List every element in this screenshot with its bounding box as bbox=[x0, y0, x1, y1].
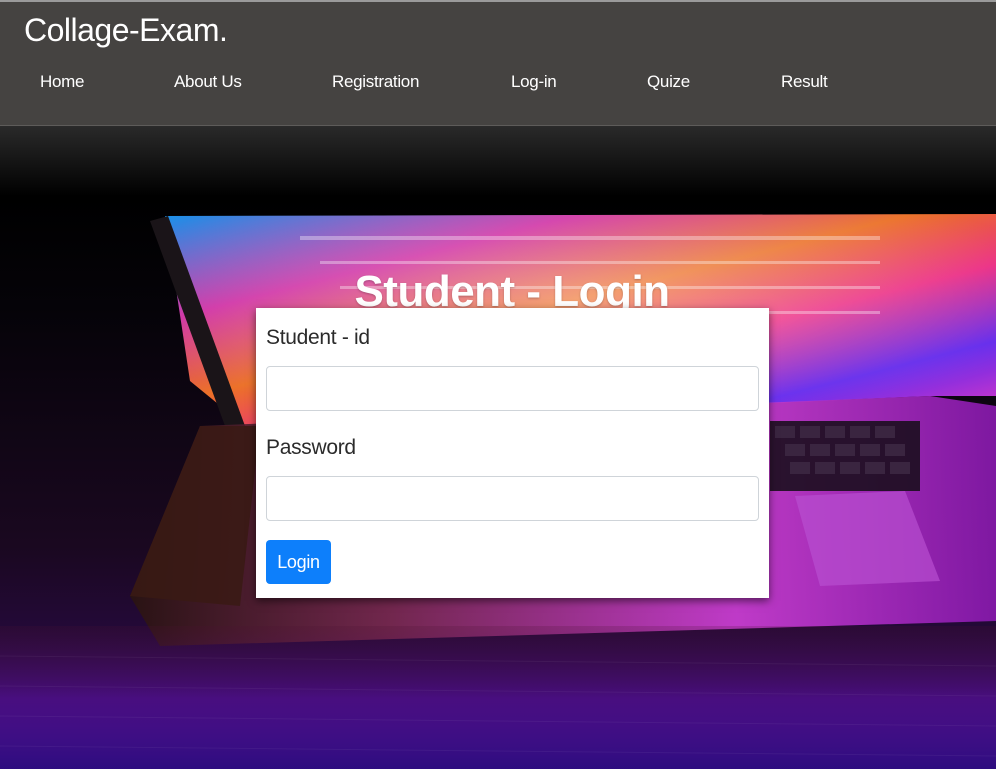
nav-log-in[interactable]: Log-in bbox=[511, 72, 557, 92]
password-label: Password bbox=[266, 436, 356, 459]
nav-home[interactable]: Home bbox=[40, 72, 84, 92]
browser-viewport: Collage-Exam. Home About Us Registration… bbox=[0, 0, 996, 769]
student-id-input[interactable] bbox=[266, 366, 759, 411]
login-button[interactable]: Login bbox=[266, 540, 331, 584]
nav-about-us[interactable]: About Us bbox=[174, 72, 242, 92]
nav-result[interactable]: Result bbox=[781, 72, 828, 92]
brand-title[interactable]: Collage-Exam. bbox=[24, 12, 228, 49]
navbar: Collage-Exam. Home About Us Registration… bbox=[0, 2, 996, 126]
student-id-label: Student - id bbox=[266, 326, 370, 349]
nav-quize[interactable]: Quize bbox=[647, 72, 690, 92]
password-input[interactable] bbox=[266, 476, 759, 521]
nav-registration[interactable]: Registration bbox=[332, 72, 419, 92]
login-form: Student - id Password Login bbox=[256, 308, 769, 598]
